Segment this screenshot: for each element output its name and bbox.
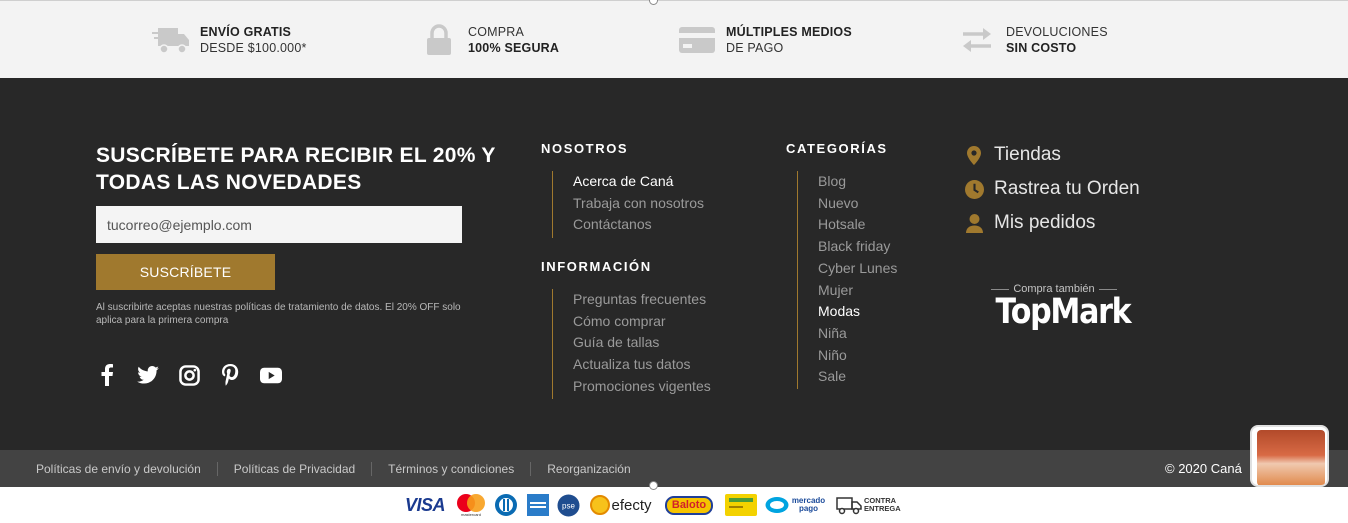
nosotros-link[interactable]: Trabaja con nosotros (573, 193, 704, 215)
visa-label: VISA (404, 494, 446, 515)
benefit-line1: COMPRA (468, 25, 525, 39)
baloto-label: Baloto (664, 495, 714, 515)
mastercard-label: mastercard (460, 511, 481, 517)
categoria-link[interactable]: Mujer (818, 280, 897, 302)
benefit-free-shipping: ENVÍO GRATIS DESDE $100.000* (152, 23, 307, 57)
legal-bar: Políticas de envío y devolución Política… (0, 450, 1348, 487)
categoria-link[interactable]: Blog (818, 171, 897, 193)
informacion-link[interactable]: Cómo comprar (573, 311, 711, 333)
informacion-list: Preguntas frecuentes Cómo comprar Guía d… (552, 289, 711, 399)
legal-links: Políticas de envío y devolución Política… (36, 450, 647, 487)
chat-widget-avatar[interactable] (1250, 425, 1329, 487)
baloto-logo: Baloto (660, 492, 718, 518)
categoria-link[interactable]: Nuevo (818, 193, 897, 215)
scroll-handle (649, 481, 658, 490)
copyright: © 2020 Caná (1165, 461, 1242, 476)
informacion-title: INFORMACIÓN (541, 259, 652, 274)
informacion-link[interactable]: Guía de tallas (573, 332, 711, 354)
subscribe-disclaimer: Al suscribirte aceptas nuestras política… (96, 302, 461, 326)
pse-logo: pse (556, 492, 580, 518)
nosotros-list: Acerca de Caná Trabaja con nosotros Cont… (552, 171, 704, 238)
track-order-link[interactable]: Rastrea tu Orden (964, 172, 1140, 206)
exchange-arrows-icon (958, 23, 996, 57)
legal-link-terms[interactable]: Términos y condiciones (371, 461, 530, 476)
benefit-line2: 100% SEGURA (468, 41, 560, 55)
map-pin-icon (964, 145, 984, 165)
contra-entrega-label: CONTRA ENTREGA (864, 496, 901, 513)
categoria-link[interactable]: Hotsale (818, 214, 897, 236)
informacion-link[interactable]: Promociones vigentes (573, 376, 711, 398)
scroll-handle (649, 0, 658, 5)
instagram-icon[interactable] (178, 364, 200, 386)
categoria-link[interactable]: Modas (818, 301, 897, 323)
benefit-line1: ENVÍO GRATIS (200, 25, 292, 39)
my-orders-label: Mis pedidos (994, 212, 1096, 233)
social-links (96, 364, 282, 386)
efecty-label: efecty (611, 496, 652, 514)
amex-logo (526, 492, 550, 518)
mastercard-logo: mastercard (455, 492, 487, 518)
card-yellow-logo (724, 492, 757, 518)
benefit-line1: MÚLTIPLES MEDIOS (726, 25, 852, 39)
also-buy-topmark[interactable]: Compra también TopMark (986, 283, 1132, 332)
benefit-line1: DEVOLUCIONES (1006, 25, 1108, 39)
facebook-icon[interactable] (96, 364, 118, 386)
topmark-logo: TopMark (995, 292, 1132, 332)
avatar (1257, 430, 1325, 485)
categorias-list: Blog Nuevo Hotsale Black friday Cyber Lu… (797, 171, 897, 389)
informacion-link[interactable]: Preguntas frecuentes (573, 289, 711, 311)
lock-icon (420, 23, 458, 57)
nosotros-link[interactable]: Contáctanos (573, 214, 704, 236)
benefit-line2: DESDE $100.000* (200, 41, 307, 55)
categorias-title: CATEGORÍAS (786, 141, 888, 156)
stores-label: Tiendas (994, 144, 1061, 165)
stores-link[interactable]: Tiendas (964, 138, 1140, 172)
nosotros-title: NOSOTROS (541, 141, 629, 156)
site-footer: SUSCRÍBETE PARA RECIBIR EL 20% Y TODAS L… (0, 78, 1348, 450)
categoria-link[interactable]: Sale (818, 366, 897, 388)
my-orders-link[interactable]: Mis pedidos (964, 206, 1140, 240)
subscribe-button[interactable]: SUSCRÍBETE (96, 254, 275, 290)
email-input[interactable]: tucorreo@ejemplo.com (96, 206, 462, 243)
quick-links: Tiendas Rastrea tu Orden Mis pedidos (964, 138, 1140, 240)
truck-icon (152, 23, 190, 57)
benefit-line2: DE PAGO (726, 41, 784, 55)
benefits-bar: ENVÍO GRATIS DESDE $100.000* COMPRA 100% S… (0, 0, 1348, 78)
pse-label: pse (562, 501, 575, 510)
benefit-line2: SIN COSTO (1006, 41, 1077, 55)
legal-link-shipping[interactable]: Políticas de envío y devolución (36, 462, 217, 476)
efecty-logo: efecty (588, 492, 654, 518)
payment-methods: VISA mastercard pse efecty Baloto mercad… (0, 481, 1348, 523)
pinterest-icon[interactable] (219, 364, 241, 386)
mercadopago-label: mercado pago (791, 496, 826, 513)
contra-entrega-logo: CONTRA ENTREGA (834, 492, 904, 518)
nosotros-link[interactable]: Acerca de Caná (573, 171, 704, 193)
informacion-link[interactable]: Actualiza tus datos (573, 354, 711, 376)
categoria-link[interactable]: Niño (818, 345, 897, 367)
categoria-link[interactable]: Black friday (818, 236, 897, 258)
benefit-payment-methods: MÚLTIPLES MEDIOS DE PAGO (678, 23, 852, 57)
twitter-icon[interactable] (137, 364, 159, 386)
subscribe-title: SUSCRÍBETE PARA RECIBIR EL 20% Y TODAS L… (96, 144, 496, 194)
legal-link-privacy[interactable]: Políticas de Privacidad (216, 461, 371, 476)
mercadopago-logo: mercado pago (762, 492, 828, 518)
youtube-icon[interactable] (260, 364, 282, 386)
credit-card-icon (678, 23, 716, 57)
benefit-secure-purchase: COMPRA 100% SEGURA (420, 23, 559, 57)
visa-logo: VISA (402, 492, 448, 518)
diners-logo (492, 492, 520, 518)
track-order-label: Rastrea tu Orden (994, 178, 1140, 199)
user-icon (964, 213, 984, 233)
categoria-link[interactable]: Niña (818, 323, 897, 345)
benefit-free-returns: DEVOLUCIONES SIN COSTO (958, 23, 1108, 57)
legal-link-reorganization[interactable]: Reorganización (530, 461, 646, 476)
categoria-link[interactable]: Cyber Lunes (818, 258, 897, 280)
clock-icon (964, 179, 984, 199)
